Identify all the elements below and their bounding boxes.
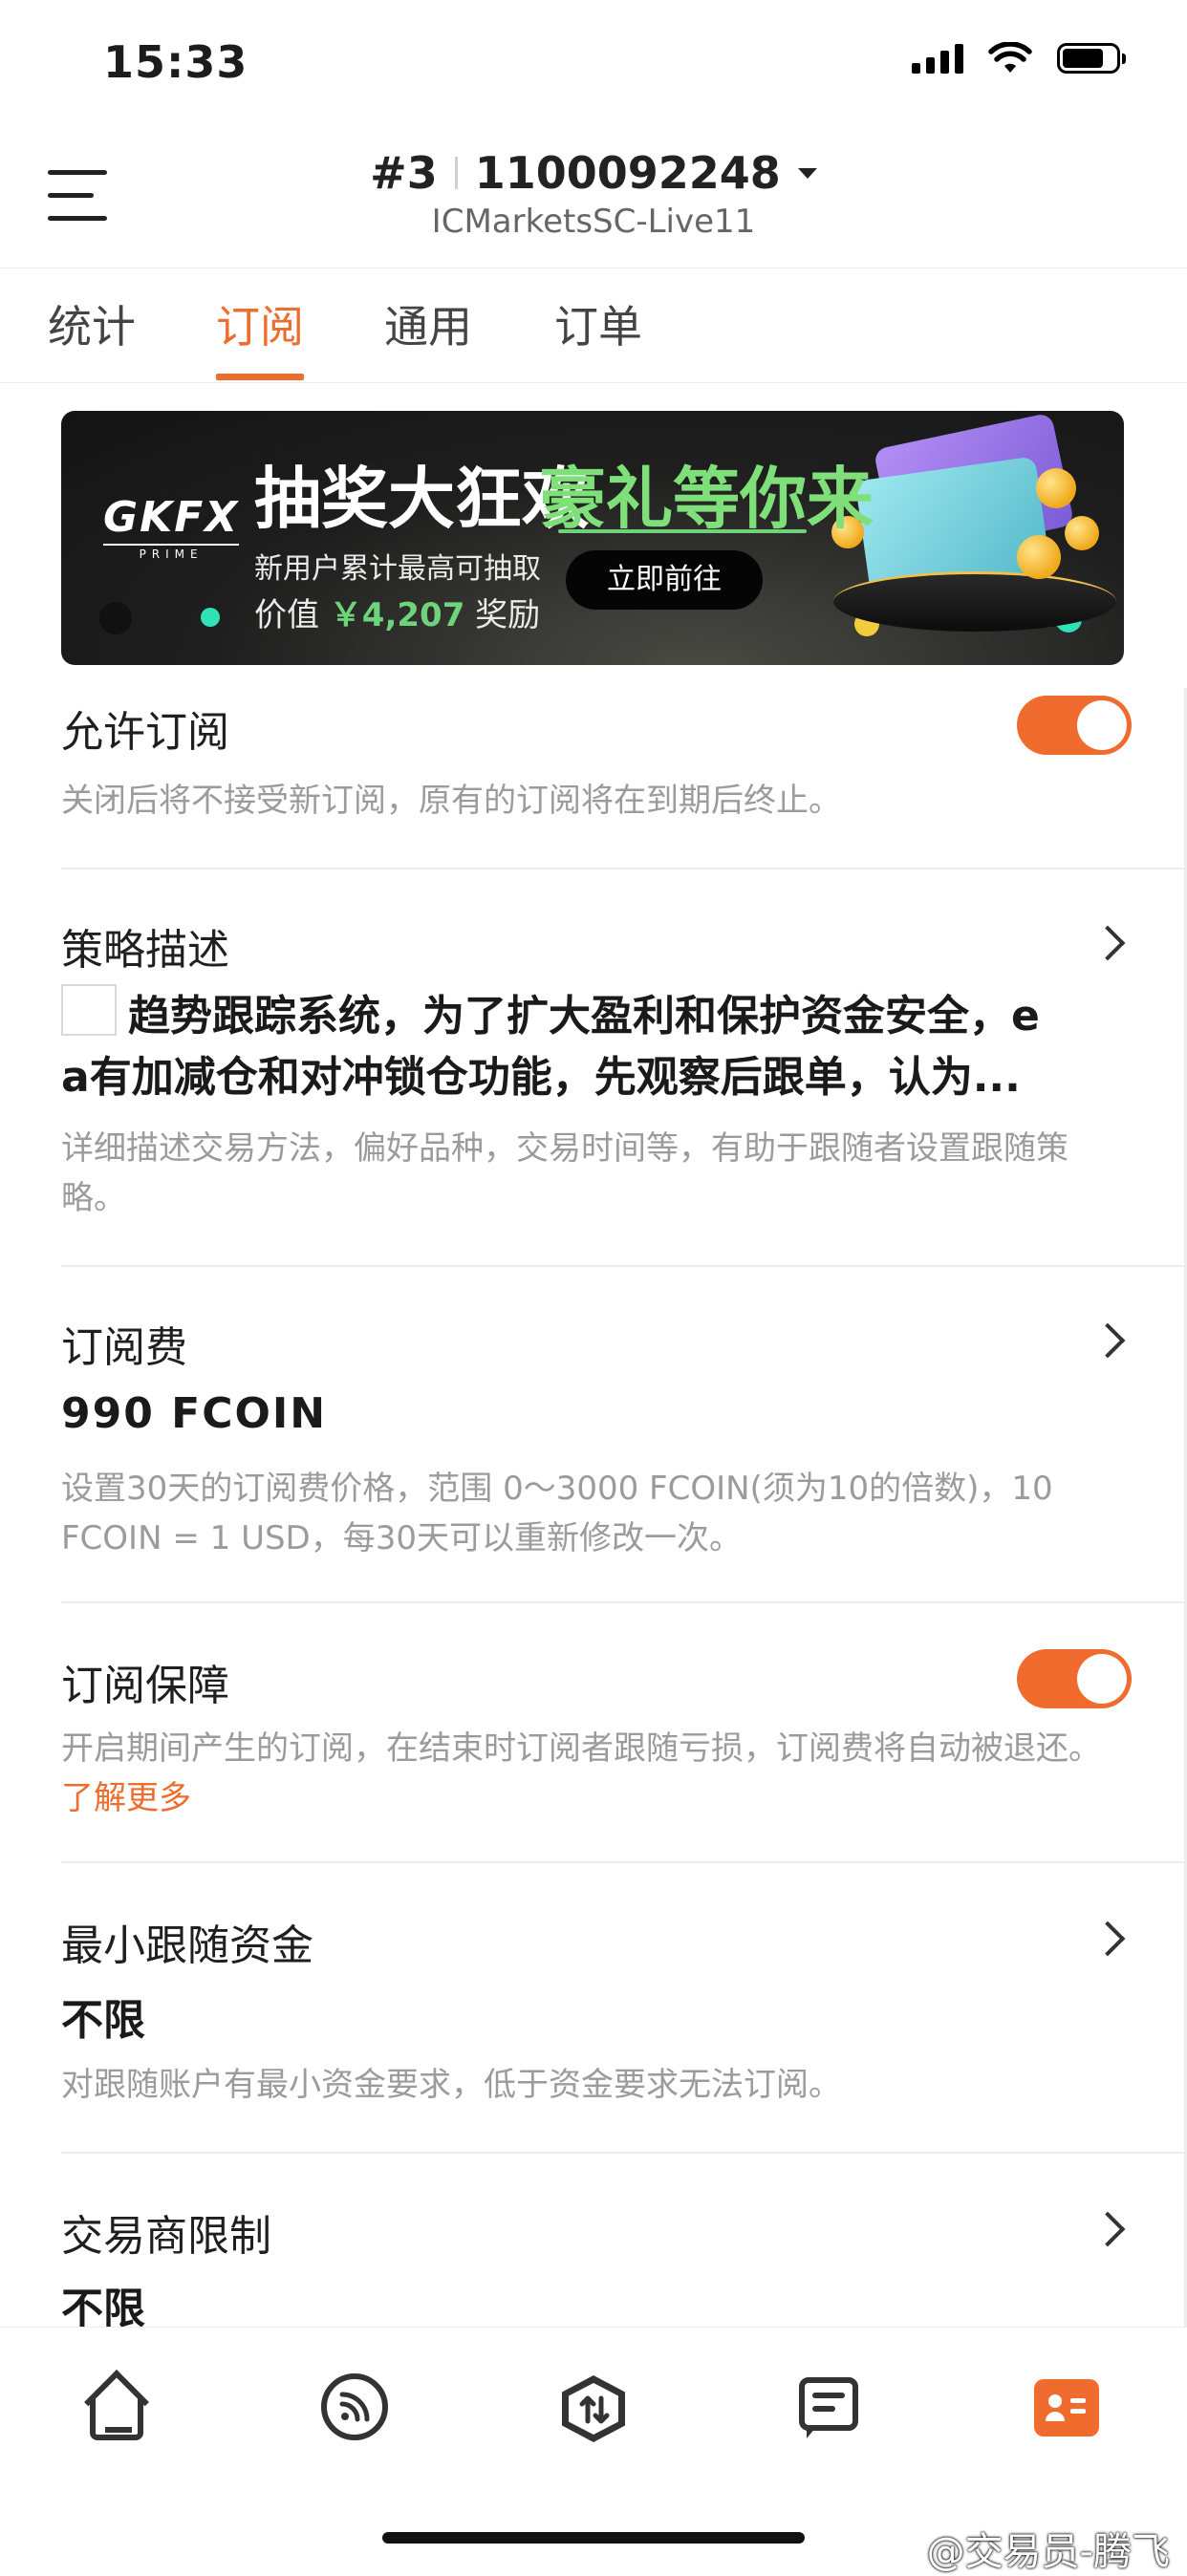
decor-ball: [99, 602, 132, 634]
subscription-fee-value: 990 FCOIN: [61, 1389, 328, 1438]
watermark-text: @交易员-腾飞: [926, 2530, 1170, 2574]
tab-general[interactable]: 通用: [384, 292, 472, 380]
status-icons: [912, 42, 1126, 75]
account-number: #3: [370, 147, 438, 199]
banner-underline: [558, 529, 807, 533]
banner-cta-button[interactable]: 立即前往: [566, 550, 763, 610]
min-funds-value: 不限: [61, 1996, 145, 2045]
banner-value-line: 价值 ￥4,207 奖励: [254, 596, 541, 634]
messages-icon[interactable]: [795, 2373, 868, 2446]
account-server: ICMarketsSC-Live11: [431, 203, 756, 241]
subscription-guarantee-row: 订阅保障: [61, 1649, 1132, 1718]
decor-ball: [201, 608, 220, 627]
divider: [61, 1265, 1187, 1267]
min-funds-row[interactable]: 最小跟随资金: [61, 1911, 1126, 1978]
coin-image: [1065, 516, 1099, 550]
status-time: 15:33: [103, 36, 248, 88]
divider: [61, 1601, 1187, 1603]
allow-subscription-title: 允许订阅: [61, 708, 229, 757]
coin-image: [1036, 468, 1076, 508]
emoji-placeholder-icon: [61, 984, 117, 1036]
subscription-guarantee-toggle[interactable]: [1017, 1649, 1132, 1708]
min-funds-title: 最小跟随资金: [61, 1921, 313, 1970]
banner-subtitle: 新用户累计最高可抽取: [254, 552, 541, 586]
broker-limit-value: 不限: [61, 2285, 145, 2327]
wifi-icon: [988, 42, 1032, 73]
allow-subscription-row: 允许订阅: [61, 696, 1132, 784]
allow-subscription-toggle[interactable]: [1017, 696, 1132, 755]
gkfx-logo: GKFX PRIME: [103, 493, 240, 561]
strategy-desc: 详细描述交易方法，偏好品种，交易时间等，有助于跟随者设置跟随策略。: [61, 1129, 1068, 1217]
battery-icon: [1057, 43, 1126, 74]
home-indicator[interactable]: [382, 2532, 805, 2544]
subscription-guarantee-title: 订阅保障: [61, 1662, 229, 1710]
broker-limit-row[interactable]: 交易商限制: [61, 2201, 1126, 2268]
subscription-fee-title: 订阅费: [61, 1323, 187, 1372]
divider: [61, 1861, 1187, 1863]
subscription-settings: 允许订阅 关闭后将不接受新订阅，原有的订阅将在到期后终止。 策略描述 趋势跟踪系…: [0, 688, 1187, 2327]
feed-icon[interactable]: [321, 2373, 394, 2446]
app-header: #3 1100092248 ICMarketsSC-Live11: [0, 134, 1187, 268]
min-funds-desc: 对跟随账户有最小资金要求，低于资金要求无法订阅。: [61, 2066, 841, 2104]
account-switcher[interactable]: #3 1100092248 ICMarketsSC-Live11: [0, 147, 1187, 241]
divider: [61, 868, 1187, 869]
podium-image: [833, 571, 1116, 632]
strategy-title: 策略描述: [61, 926, 229, 975]
promo-banner[interactable]: GKFX PRIME 抽奖大狂欢 豪礼等你来 新用户累计最高可抽取 价值 ￥4,…: [61, 411, 1124, 665]
subscription-fee-desc: 设置30天的订阅费价格，范围 0～3000 FCOIN(须为10的倍数)，10 …: [61, 1470, 1053, 1557]
learn-more-link[interactable]: 了解更多: [61, 1779, 191, 1817]
home-icon[interactable]: [82, 2370, 155, 2446]
account-id: 1100092248: [474, 147, 781, 199]
coin-image: [1017, 535, 1061, 579]
account-divider: [454, 157, 458, 189]
divider: [61, 2152, 1187, 2154]
strategy-text: 趋势跟踪系统，为了扩大盈利和保护资金安全，e a有加减仓和对冲锁仓功能，先观察后…: [61, 984, 1126, 1108]
tab-subscription[interactable]: 订阅: [216, 292, 304, 380]
subscription-fee-row[interactable]: 订阅费: [61, 1313, 1126, 1380]
allow-subscription-desc: 关闭后将不接受新订阅，原有的订阅将在到期后终止。: [61, 782, 841, 820]
tab-orders[interactable]: 订单: [554, 292, 642, 380]
strategy-row[interactable]: 策略描述: [61, 915, 1126, 982]
profile-icon[interactable]: [1032, 2373, 1105, 2446]
caret-down-icon: [797, 167, 817, 179]
trade-icon[interactable]: [558, 2373, 631, 2446]
tab-stats[interactable]: 统计: [48, 292, 136, 380]
cellular-signal-icon: [912, 43, 963, 74]
banner-value: ￥4,207: [329, 596, 465, 634]
broker-limit-title: 交易商限制: [61, 2212, 271, 2261]
subscription-guarantee-desc: 开启期间产生的订阅，在结束时订阅者跟随亏损，订阅费将自动被退还。了解更多: [61, 1729, 1101, 1817]
status-bar: 15:33: [0, 0, 1187, 124]
tab-bar: 统计 订阅 通用 订单: [0, 269, 1187, 383]
banner-title-highlight: 豪礼等你来: [539, 460, 874, 538]
